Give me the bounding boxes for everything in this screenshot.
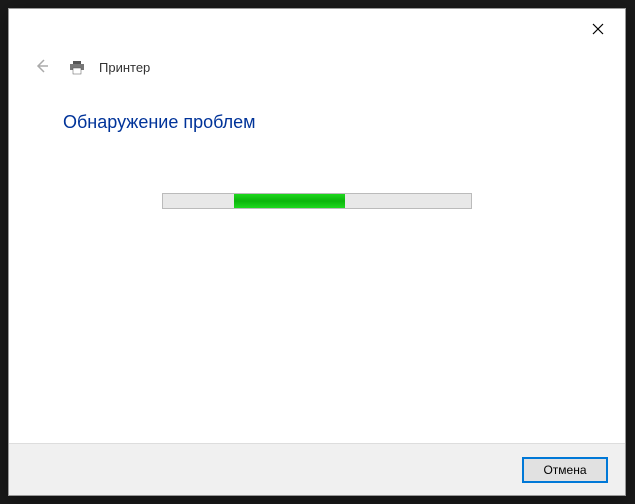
- header: Принтер: [9, 49, 625, 82]
- progress-fill: [234, 194, 345, 208]
- titlebar: [9, 9, 625, 49]
- troubleshooter-window: Принтер Обнаружение проблем Отмена: [8, 8, 626, 496]
- page-heading: Обнаружение проблем: [63, 112, 571, 133]
- content-area: Обнаружение проблем: [9, 82, 625, 443]
- close-icon: [592, 23, 604, 35]
- footer: Отмена: [9, 443, 625, 495]
- progress-container: [63, 193, 571, 209]
- progress-bar: [162, 193, 472, 209]
- window-title: Принтер: [99, 60, 150, 75]
- back-arrow-icon: [29, 53, 55, 82]
- printer-icon: [69, 60, 85, 76]
- cancel-button[interactable]: Отмена: [523, 458, 607, 482]
- close-button[interactable]: [575, 13, 621, 45]
